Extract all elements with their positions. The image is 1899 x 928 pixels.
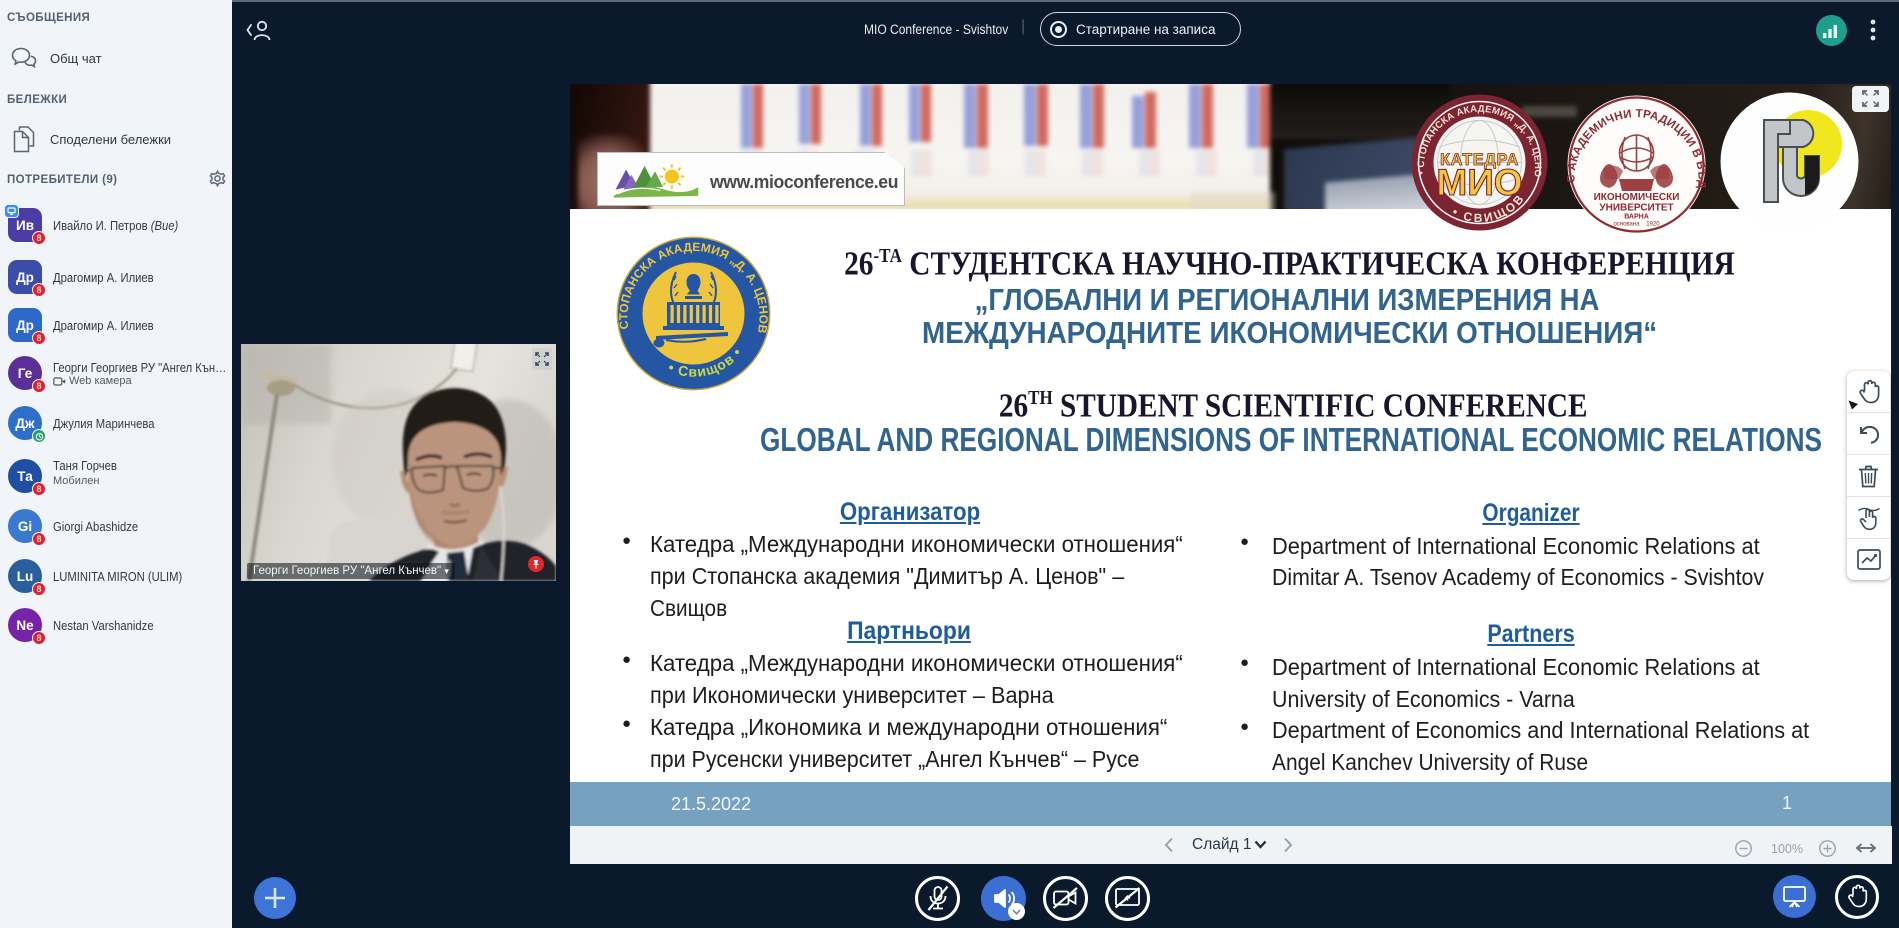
- svg-text:ИКОНОМИЧЕСКИ: ИКОНОМИЧЕСКИ: [1594, 192, 1680, 203]
- svg-text:основана 1920: основана 1920: [1613, 222, 1660, 228]
- svg-text:ВАРНА: ВАРНА: [1624, 214, 1649, 221]
- svg-text:УНИВЕРСИТЕТ: УНИВЕРСИТЕТ: [1599, 203, 1673, 214]
- svg-text:МИО: МИО: [1436, 162, 1522, 203]
